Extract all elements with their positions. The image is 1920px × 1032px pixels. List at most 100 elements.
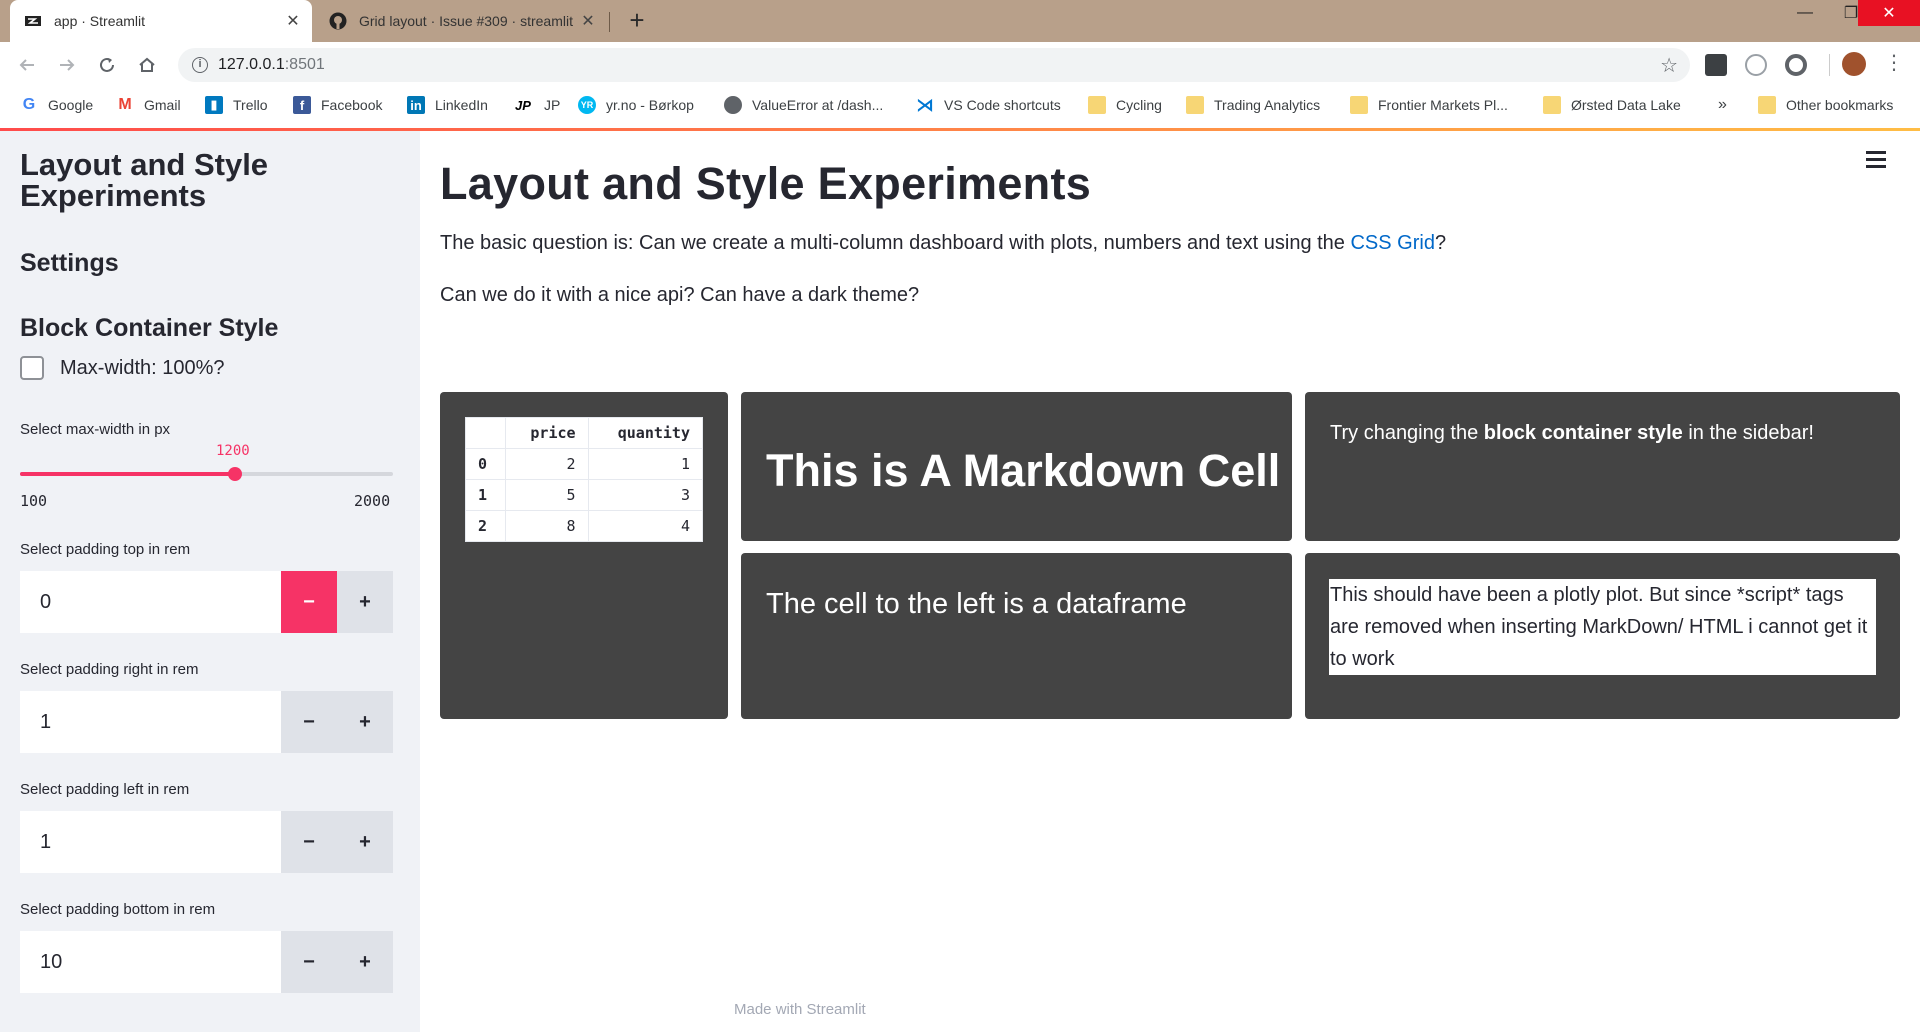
plot-cell: This should have been a plotly plot. But… bbox=[1305, 553, 1900, 719]
bookmark-google[interactable]: G Google bbox=[20, 88, 93, 122]
padding-left-decrement-button[interactable]: − bbox=[281, 811, 337, 873]
profile-avatar[interactable] bbox=[1842, 52, 1866, 76]
made-with-streamlit-footer[interactable]: Made with Streamlit bbox=[734, 1001, 866, 1018]
reload-icon[interactable] bbox=[92, 50, 122, 80]
bookmark-valueerror[interactable]: ValueError at /dash... bbox=[724, 88, 883, 122]
padding-bottom-input: 10 − + bbox=[20, 931, 393, 993]
padding-bottom-decrement-button[interactable]: − bbox=[281, 931, 337, 993]
globe-icon bbox=[724, 96, 742, 114]
padding-left-field[interactable]: 1 bbox=[20, 811, 281, 873]
settings-heading: Settings bbox=[20, 249, 119, 277]
max-width-checkbox-row[interactable]: Max-width: 100%? bbox=[20, 356, 225, 380]
folder-icon bbox=[1758, 96, 1776, 114]
dataframe-note-text: The cell to the left is a dataframe bbox=[766, 588, 1187, 620]
max-width-slider-fill bbox=[20, 472, 235, 476]
site-info-icon[interactable]: i bbox=[192, 57, 208, 73]
bookmark-folder-trading[interactable]: Trading Analytics bbox=[1186, 88, 1320, 122]
window-close-button[interactable]: ✕ bbox=[1858, 0, 1920, 26]
row-index: 2 bbox=[464, 510, 507, 542]
folder-icon bbox=[1186, 96, 1204, 114]
plot-placeholder-text: This should have been a plotly plot. But… bbox=[1329, 579, 1876, 675]
table-row: 0 2 1 bbox=[464, 448, 704, 480]
bookmark-folder-frontier[interactable]: Frontier Markets Pl... bbox=[1350, 88, 1508, 122]
css-grid-link[interactable]: CSS Grid bbox=[1350, 232, 1434, 254]
bookmark-folder-orsted[interactable]: Ørsted Data Lake bbox=[1543, 88, 1681, 122]
facebook-icon: f bbox=[293, 96, 311, 114]
hamburger-menu-icon[interactable] bbox=[1866, 151, 1886, 169]
cell-price: 2 bbox=[505, 448, 589, 480]
padding-right-increment-button[interactable]: + bbox=[337, 691, 393, 753]
streamlit-favicon-icon bbox=[24, 12, 42, 30]
tab-separator bbox=[609, 12, 610, 32]
column-header-price: price bbox=[505, 417, 589, 449]
question-paragraph: Can we do it with a nice api? Can have a… bbox=[440, 284, 920, 306]
max-width-checkbox[interactable] bbox=[20, 356, 44, 380]
github-favicon-icon bbox=[329, 12, 347, 30]
padding-top-input: 0 − + bbox=[20, 571, 393, 633]
bookmark-vscode[interactable]: ⋊ VS Code shortcuts bbox=[916, 88, 1061, 122]
table-row: 2 8 4 bbox=[464, 510, 704, 542]
folder-icon bbox=[1088, 96, 1106, 114]
padding-bottom-increment-button[interactable]: + bbox=[337, 931, 393, 993]
cell-quantity: 4 bbox=[587, 510, 704, 542]
padding-left-input: 1 − + bbox=[20, 811, 393, 873]
bookmark-trello[interactable]: ▮ Trello bbox=[205, 88, 268, 122]
row-index: 1 bbox=[464, 479, 507, 511]
padding-left-increment-button[interactable]: + bbox=[337, 811, 393, 873]
tab-title: Grid layout · Issue #309 · streamlit bbox=[359, 13, 573, 29]
window-minimize-button[interactable]: — bbox=[1782, 0, 1828, 26]
max-width-slider-thumb[interactable] bbox=[228, 467, 242, 481]
bookmark-other-bookmarks[interactable]: Other bookmarks bbox=[1758, 88, 1893, 122]
padding-right-field[interactable]: 1 bbox=[20, 691, 281, 753]
bookmark-linkedin[interactable]: in LinkedIn bbox=[407, 88, 488, 122]
extension-icon[interactable] bbox=[1785, 54, 1807, 76]
bookmark-yr[interactable]: YR yr.no - Børkop bbox=[578, 88, 694, 122]
padding-bottom-field[interactable]: 10 bbox=[20, 931, 281, 993]
block-container-style-heading: Block Container Style bbox=[20, 314, 279, 342]
address-bar[interactable]: i 127.0.0.1:8501 ☆ bbox=[178, 48, 1690, 82]
tab-close-icon[interactable]: ✕ bbox=[284, 11, 302, 31]
padding-top-increment-button[interactable]: + bbox=[337, 571, 393, 633]
back-arrow-icon[interactable] bbox=[12, 50, 42, 80]
forward-arrow-icon[interactable] bbox=[52, 50, 82, 80]
padding-top-label: Select padding top in rem bbox=[20, 541, 191, 558]
tab-app-streamlit[interactable]: app · Streamlit ✕ bbox=[10, 0, 312, 42]
max-width-checkbox-label: Max-width: 100%? bbox=[60, 356, 225, 379]
extension-icon[interactable] bbox=[1745, 54, 1767, 76]
bookmark-folder-cycling[interactable]: Cycling bbox=[1088, 88, 1162, 122]
vscode-icon: ⋊ bbox=[916, 94, 934, 115]
bookmarks-overflow-button[interactable]: » bbox=[1718, 88, 1727, 122]
dataframe-table: price quantity 0 2 1 1 5 3 2 8 4 bbox=[464, 417, 704, 542]
tab-github-grid-layout[interactable]: Grid layout · Issue #309 · streamlit ✕ bbox=[315, 0, 607, 42]
url-text: 127.0.0.1:8501 bbox=[218, 56, 325, 74]
dataframe-cell: price quantity 0 2 1 1 5 3 2 8 4 bbox=[440, 392, 728, 719]
folder-icon bbox=[1350, 96, 1368, 114]
hint-cell: Try changing the block container style i… bbox=[1305, 392, 1900, 541]
cell-quantity: 3 bbox=[587, 479, 704, 511]
max-width-slider-max: 2000 bbox=[354, 492, 391, 510]
padding-top-decrement-button[interactable]: − bbox=[281, 571, 337, 633]
padding-top-field[interactable]: 0 bbox=[20, 571, 281, 633]
padding-right-input: 1 − + bbox=[20, 691, 393, 753]
hint-text: Try changing the block container style i… bbox=[1330, 422, 1814, 444]
bookmark-star-icon[interactable]: ☆ bbox=[1660, 53, 1678, 78]
url-host: 127.0.0.1 bbox=[218, 56, 285, 73]
padding-bottom-label: Select padding bottom in rem bbox=[20, 901, 216, 918]
new-tab-button[interactable]: + bbox=[622, 5, 652, 35]
page-title: Layout and Style Experiments bbox=[440, 158, 1092, 209]
extension-icon[interactable] bbox=[1705, 54, 1727, 76]
browser-menu-icon[interactable]: ⋮ bbox=[1884, 50, 1904, 75]
bookmark-gmail[interactable]: M Gmail bbox=[116, 88, 180, 122]
markdown-cell-heading: This is A Markdown Cell bbox=[766, 445, 1281, 496]
padding-right-decrement-button[interactable]: − bbox=[281, 691, 337, 753]
yr-icon: YR bbox=[578, 96, 596, 114]
home-icon[interactable] bbox=[132, 50, 162, 80]
sidebar: Layout and Style Experiments Settings Bl… bbox=[0, 131, 420, 1032]
cell-quantity: 1 bbox=[587, 448, 704, 480]
padding-left-label: Select padding left in rem bbox=[20, 781, 190, 798]
bookmark-facebook[interactable]: f Facebook bbox=[293, 88, 382, 122]
tab-close-icon[interactable]: ✕ bbox=[579, 11, 597, 31]
bookmark-jp[interactable]: JP JP bbox=[512, 88, 560, 122]
table-row: 1 5 3 bbox=[464, 479, 704, 511]
folder-icon bbox=[1543, 96, 1561, 114]
